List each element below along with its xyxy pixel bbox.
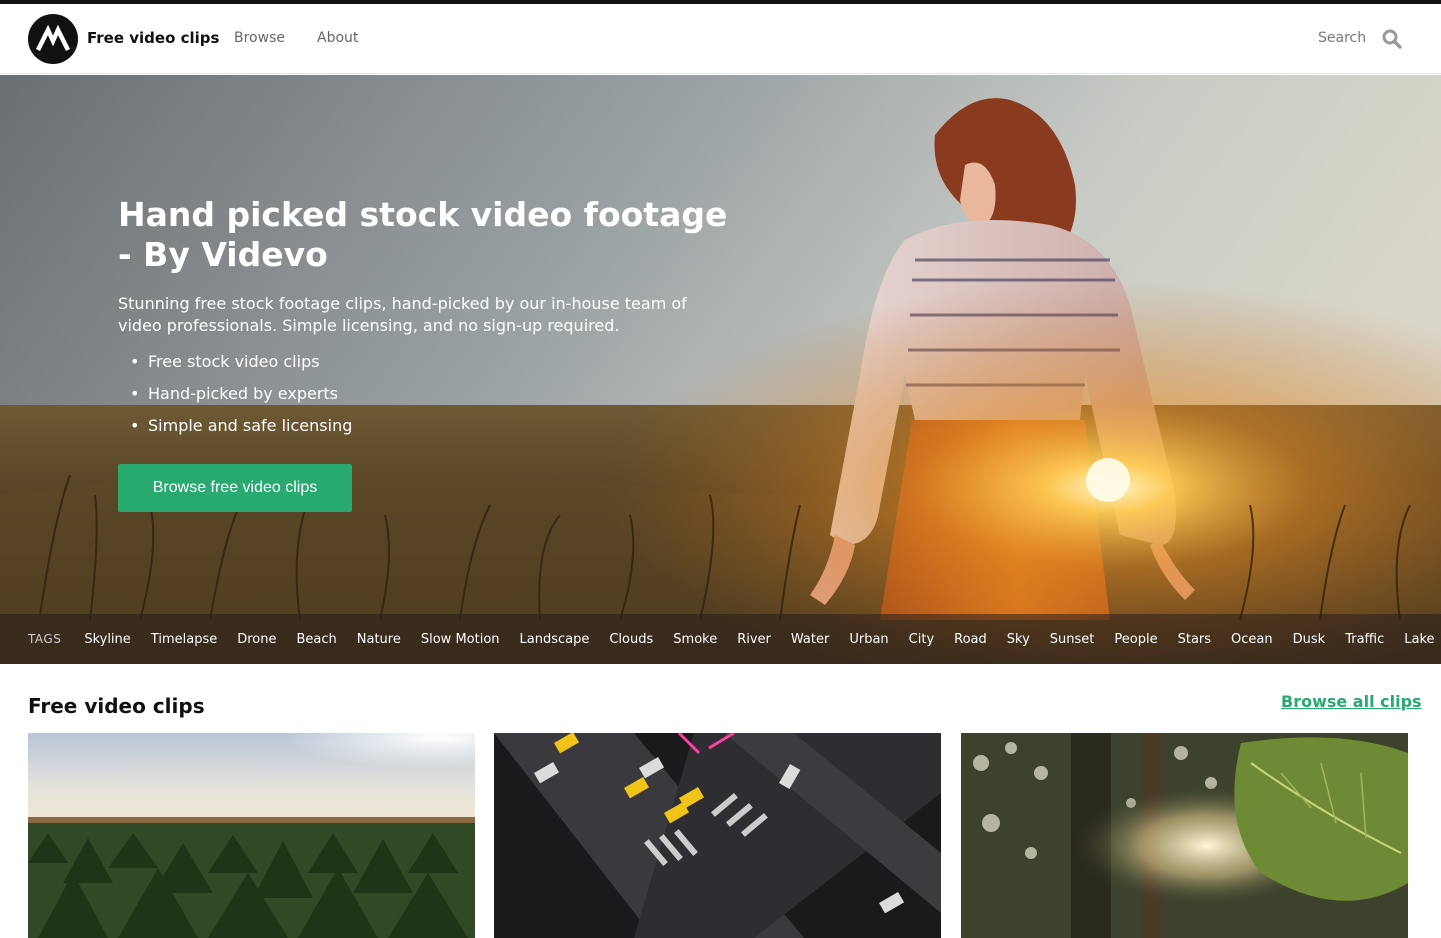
video-thumbnail-forest-sunlight[interactable] [961, 733, 1408, 938]
tag-ocean[interactable]: Ocean [1231, 632, 1273, 647]
tag-sky[interactable]: Sky [1007, 632, 1030, 647]
search-label[interactable]: Search [1318, 30, 1366, 46]
site-header: Free video clips Browse About Search [0, 4, 1441, 74]
tag-sunset[interactable]: Sunset [1050, 632, 1095, 647]
tag-river[interactable]: River [737, 632, 771, 647]
nav-about-link[interactable]: About [317, 30, 358, 46]
tag-timelapse[interactable]: Timelapse [151, 632, 217, 647]
nav-browse-link[interactable]: Browse [234, 30, 285, 46]
tag-beach[interactable]: Beach [296, 632, 336, 647]
tag-drone[interactable]: Drone [237, 632, 276, 647]
tag-skyline[interactable]: Skyline [84, 632, 130, 647]
browse-all-clips-link[interactable]: Browse all clips [1281, 692, 1422, 711]
tag-nature[interactable]: Nature [357, 632, 401, 647]
video-thumbnail-city-intersection[interactable] [494, 733, 941, 938]
tag-people[interactable]: People [1114, 632, 1157, 647]
tag-stars[interactable]: Stars [1178, 632, 1211, 647]
tag-landscape[interactable]: Landscape [520, 632, 590, 647]
tags-bar: TAGS Skyline Timelapse Drone Beach Natur… [0, 614, 1441, 664]
hero-feature-item: Free stock video clips [130, 346, 352, 378]
tag-water[interactable]: Water [791, 632, 829, 647]
tag-smoke[interactable]: Smoke [673, 632, 717, 647]
hero-feature-item: Hand-picked by experts [130, 378, 352, 410]
forest-thumbnail-image [28, 733, 475, 938]
videvo-logo-icon[interactable] [28, 14, 78, 64]
tag-city[interactable]: City [909, 632, 934, 647]
search-icon[interactable] [1382, 29, 1402, 49]
tag-traffic[interactable]: Traffic [1345, 632, 1384, 647]
section-title: Free video clips [28, 694, 205, 718]
hero-description: Stunning free stock footage clips, hand-… [118, 294, 687, 335]
forest-sunlight-thumbnail-image [961, 733, 1408, 938]
hero-title: Hand picked stock video footage - By Vid… [118, 195, 728, 274]
hero-feature-list: Free stock video clips Hand-picked by ex… [130, 346, 352, 442]
video-thumbnail-forest[interactable] [28, 733, 475, 938]
brand-link[interactable]: Free video clips [87, 29, 219, 47]
hero-feature-item: Simple and safe licensing [130, 410, 352, 442]
tag-urban[interactable]: Urban [849, 632, 888, 647]
hero-section: Hand picked stock video footage - By Vid… [0, 75, 1441, 664]
tags-label: TAGS [28, 632, 62, 646]
tag-slow-motion[interactable]: Slow Motion [421, 632, 500, 647]
browse-free-clips-button[interactable]: Browse free video clips [118, 464, 352, 512]
city-thumbnail-image [494, 733, 941, 938]
tag-dusk[interactable]: Dusk [1293, 632, 1326, 647]
tag-road[interactable]: Road [954, 632, 987, 647]
tag-clouds[interactable]: Clouds [609, 632, 653, 647]
tag-lake[interactable]: Lake [1404, 632, 1434, 647]
